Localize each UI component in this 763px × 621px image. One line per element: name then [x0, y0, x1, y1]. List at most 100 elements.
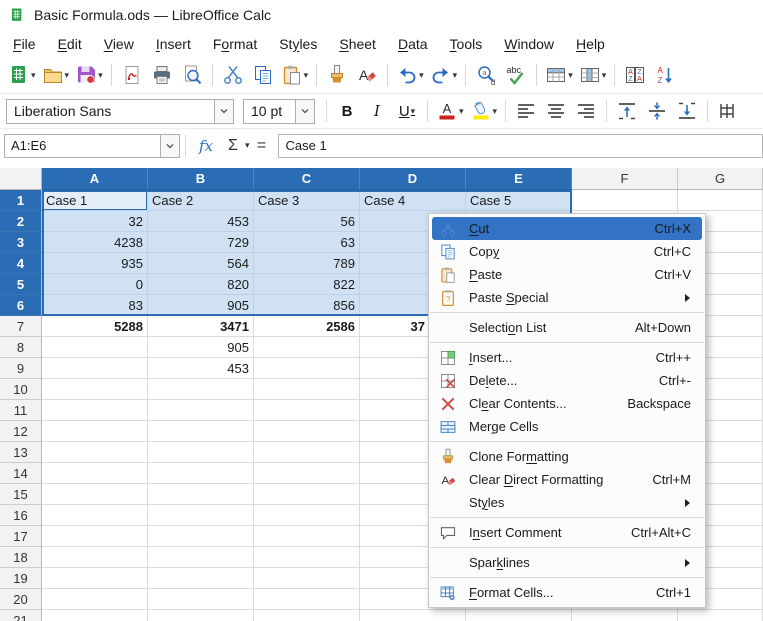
- cell-c12[interactable]: [254, 421, 360, 442]
- dropdown-arrow-icon[interactable]: ▾: [493, 106, 498, 116]
- cell-c10[interactable]: [254, 379, 360, 400]
- cell-b18[interactable]: [148, 547, 254, 568]
- formula-input-line[interactable]: Case 1: [277, 133, 763, 158]
- align-center-button[interactable]: [542, 97, 570, 125]
- cell-c13[interactable]: [254, 442, 360, 463]
- cell-a3[interactable]: 4238: [42, 232, 148, 253]
- dropdown-arrow-icon[interactable]: ▾: [411, 106, 416, 116]
- cell-a8[interactable]: [42, 337, 148, 358]
- font-size-dropdown-icon[interactable]: [295, 99, 314, 123]
- row-header-5[interactable]: 5: [0, 274, 42, 295]
- open-button[interactable]: ▾: [40, 61, 72, 89]
- menuitem-sparklines[interactable]: Sparklines: [429, 551, 705, 574]
- menu-edit[interactable]: Edit: [47, 32, 93, 56]
- cell-g1[interactable]: [678, 190, 763, 211]
- menu-styles[interactable]: Styles: [268, 32, 328, 56]
- cell-a21[interactable]: [42, 610, 148, 621]
- align-right-button[interactable]: [572, 97, 600, 125]
- italic-button[interactable]: I: [363, 97, 391, 125]
- row-header-20[interactable]: 20: [0, 589, 42, 610]
- menu-sheet[interactable]: Sheet: [328, 32, 387, 56]
- menuitem-delete[interactable]: Delete... Ctrl+-: [429, 369, 705, 392]
- cell-c18[interactable]: [254, 547, 360, 568]
- font-name-value[interactable]: Liberation Sans: [7, 103, 214, 119]
- row-header-12[interactable]: 12: [0, 421, 42, 442]
- cell-a9[interactable]: [42, 358, 148, 379]
- row-header-11[interactable]: 11: [0, 400, 42, 421]
- select-function-dropdown-icon[interactable]: ▾: [245, 141, 250, 150]
- cell-a10[interactable]: [42, 379, 148, 400]
- row-header-10[interactable]: 10: [0, 379, 42, 400]
- cell-b5[interactable]: 820: [148, 274, 254, 295]
- menu-window[interactable]: Window: [493, 32, 565, 56]
- cell-a7[interactable]: 5288: [42, 316, 148, 337]
- font-size-value[interactable]: 10 pt: [244, 103, 295, 119]
- cell-b6[interactable]: 905: [148, 295, 254, 316]
- column-header-d[interactable]: D: [360, 168, 466, 190]
- cell-c3[interactable]: 63: [254, 232, 360, 253]
- print-preview-button[interactable]: [178, 61, 206, 89]
- menu-insert[interactable]: Insert: [145, 32, 202, 56]
- cell-a11[interactable]: [42, 400, 148, 421]
- bold-button[interactable]: B: [333, 97, 361, 125]
- row-header-18[interactable]: 18: [0, 547, 42, 568]
- valign-bottom-button[interactable]: [673, 97, 701, 125]
- row-header-6[interactable]: 6: [0, 295, 42, 316]
- undo-button[interactable]: ▾: [394, 61, 426, 89]
- cell-b17[interactable]: [148, 526, 254, 547]
- cell-b10[interactable]: [148, 379, 254, 400]
- copy-button[interactable]: [249, 61, 277, 89]
- dropdown-arrow-icon[interactable]: ▾: [459, 106, 464, 116]
- name-box-dropdown-icon[interactable]: [160, 134, 179, 157]
- row-header-3[interactable]: 3: [0, 232, 42, 253]
- cell-e1[interactable]: Case 5: [466, 190, 572, 211]
- print-button[interactable]: [148, 61, 176, 89]
- insert-column-button[interactable]: ▾: [577, 61, 609, 89]
- select-function-button[interactable]: Σ: [222, 132, 244, 160]
- cell-a13[interactable]: [42, 442, 148, 463]
- cell-c11[interactable]: [254, 400, 360, 421]
- dropdown-arrow-icon[interactable]: ▾: [304, 70, 309, 80]
- sort-button[interactable]: AZZA: [621, 61, 649, 89]
- font-size-combo[interactable]: 10 pt: [243, 98, 315, 124]
- cell-e21[interactable]: [466, 610, 572, 621]
- row-header-7[interactable]: 7: [0, 316, 42, 337]
- menuitem-clone-formatting[interactable]: Clone Formatting: [429, 445, 705, 468]
- cell-a19[interactable]: [42, 568, 148, 589]
- cell-b3[interactable]: 729: [148, 232, 254, 253]
- menu-tools[interactable]: Tools: [439, 32, 494, 56]
- cell-b12[interactable]: [148, 421, 254, 442]
- menu-help[interactable]: Help: [565, 32, 616, 56]
- dropdown-arrow-icon[interactable]: ▾: [31, 70, 36, 80]
- cell-d21[interactable]: [360, 610, 466, 621]
- cell-b14[interactable]: [148, 463, 254, 484]
- highlight-color-button[interactable]: ▾: [468, 97, 500, 125]
- cell-a2[interactable]: 32: [42, 211, 148, 232]
- align-left-button[interactable]: [512, 97, 540, 125]
- cell-c17[interactable]: [254, 526, 360, 547]
- name-box[interactable]: A1:E6: [4, 133, 180, 158]
- row-header-2[interactable]: 2: [0, 211, 42, 232]
- cell-c4[interactable]: 789: [254, 253, 360, 274]
- row-header-8[interactable]: 8: [0, 337, 42, 358]
- row-header-9[interactable]: 9: [0, 358, 42, 379]
- cell-c16[interactable]: [254, 505, 360, 526]
- menu-data[interactable]: Data: [387, 32, 439, 56]
- dropdown-arrow-icon[interactable]: ▾: [453, 70, 458, 80]
- cell-a15[interactable]: [42, 484, 148, 505]
- paste-button[interactable]: ▾: [279, 61, 311, 89]
- menuitem-clear-direct-formatting[interactable]: A Clear Direct Formatting Ctrl+M: [429, 468, 705, 491]
- cell-a1[interactable]: Case 1: [42, 190, 148, 211]
- cell-b2[interactable]: 453: [148, 211, 254, 232]
- cell-a14[interactable]: [42, 463, 148, 484]
- font-name-dropdown-icon[interactable]: [214, 99, 233, 123]
- dropdown-arrow-icon[interactable]: ▾: [602, 70, 607, 80]
- cell-g21[interactable]: [678, 610, 763, 621]
- borders-button[interactable]: [714, 97, 742, 125]
- valign-top-button[interactable]: [613, 97, 641, 125]
- menuitem-insert-comment[interactable]: Insert Comment Ctrl+Alt+C: [429, 521, 705, 544]
- menuitem-styles[interactable]: Styles: [429, 491, 705, 514]
- cell-c8[interactable]: [254, 337, 360, 358]
- cell-a6[interactable]: 83: [42, 295, 148, 316]
- dropdown-arrow-icon[interactable]: ▾: [98, 70, 103, 80]
